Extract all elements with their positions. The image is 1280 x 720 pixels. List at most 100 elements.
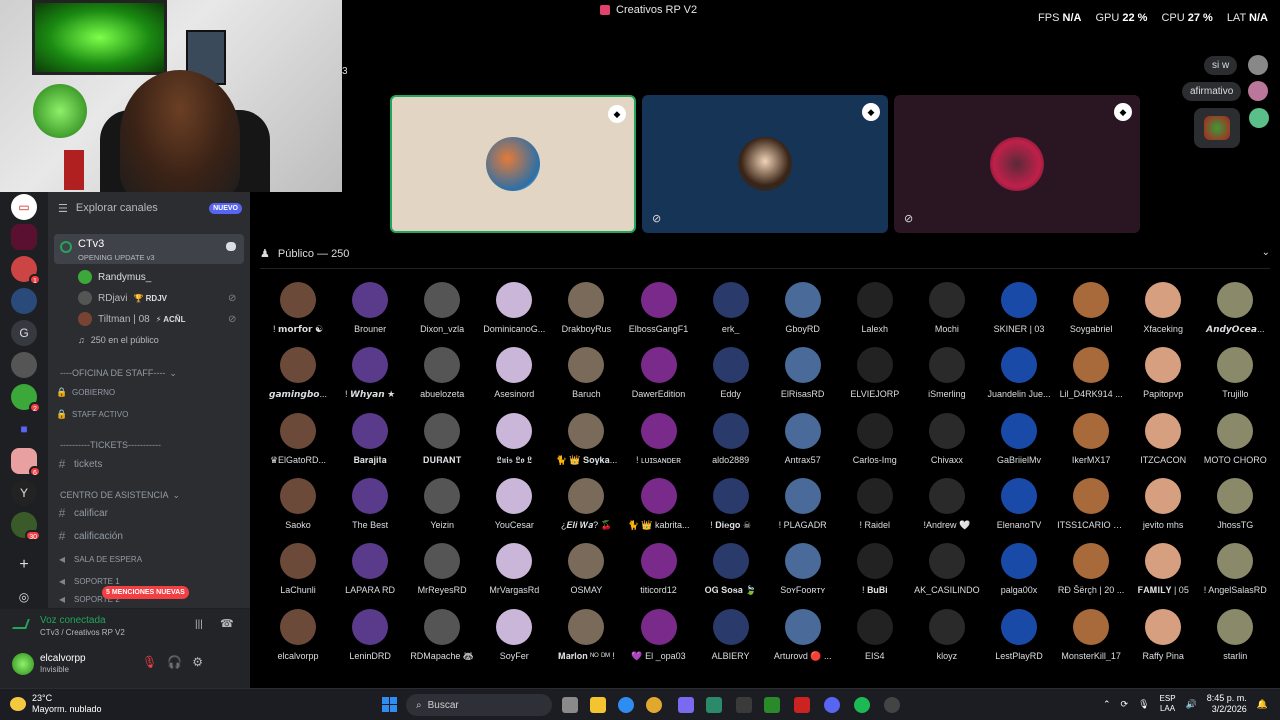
- language-indicator[interactable]: ESP LAA: [1160, 694, 1176, 714]
- audience-member[interactable]: EIS4: [839, 607, 911, 669]
- server-icon[interactable]: 6: [11, 448, 41, 477]
- signal-icon[interactable]: [12, 619, 30, 629]
- audience-member[interactable]: Saoko: [262, 476, 334, 538]
- audience-member[interactable]: RĐ Šërçh | 20 ...: [1055, 541, 1127, 603]
- audience-member[interactable]: 𝐎𝐆 𝐒𝐨𝐬𝐚 🍃: [695, 541, 767, 603]
- audience-member[interactable]: ! Raidel: [839, 476, 911, 538]
- audience-member[interactable]: Eddy: [695, 345, 767, 407]
- audience-member[interactable]: Papitopvp: [1127, 345, 1199, 407]
- speaker-tile[interactable]: ◆ ⊘: [894, 95, 1140, 233]
- explore-channels[interactable]: ☰ Explorar canales NUEVO: [58, 199, 242, 217]
- audience-member[interactable]: abuelozeta: [406, 345, 478, 407]
- gear-icon[interactable]: ⚙: [192, 655, 203, 669]
- app-icon[interactable]: [736, 697, 752, 713]
- audience-member[interactable]: jevito mhs: [1127, 476, 1199, 538]
- audience-member[interactable]: 𝕷𝖚𝖎𝖘 𝕷𝖔 𝕷: [478, 411, 550, 473]
- audience-member[interactable]: Carlos-Img: [839, 411, 911, 473]
- audience-member[interactable]: ! PLAGADR: [767, 476, 839, 538]
- audience-member[interactable]: Soygabriel: [1055, 280, 1127, 342]
- audience-member[interactable]: Baruch: [550, 345, 622, 407]
- voice-location[interactable]: CTv3 / Creativos RP V2: [40, 628, 125, 637]
- audience-member[interactable]: RDMapache 🦝: [406, 607, 478, 669]
- audience-member[interactable]: 💜 El _opa03: [623, 607, 695, 669]
- audience-member[interactable]: Juandelin Jue...: [983, 345, 1055, 407]
- audience-member[interactable]: ElenanoTV: [983, 476, 1055, 538]
- audience-member[interactable]: ! 𝐁𝐮𝐁𝐢: [839, 541, 911, 603]
- audience-member[interactable]: ¿𝑬𝒍𝒊 𝑾𝒂? 🍒: [550, 476, 622, 538]
- new-mentions-pill[interactable]: 5 MENCIONES NUEVAS: [102, 586, 189, 599]
- chevron-up-icon[interactable]: ⌃: [1103, 699, 1111, 710]
- audience-member[interactable]: Dixon_vzla: [406, 280, 478, 342]
- weather-widget[interactable]: 23°C Mayorm. nublado: [10, 693, 102, 715]
- audience-member[interactable]: GboyRD: [767, 280, 839, 342]
- audience-member[interactable]: DrakboyRus: [550, 280, 622, 342]
- audience-member[interactable]: kloyz: [911, 607, 983, 669]
- audience-member[interactable]: Raffy Pina: [1127, 607, 1199, 669]
- audience-member[interactable]: palga00x: [983, 541, 1055, 603]
- audience-member[interactable]: Lil_D4RK914 ...: [1055, 345, 1127, 407]
- category-tickets[interactable]: ----------TICKETS-----------: [60, 440, 161, 450]
- channel-gobierno[interactable]: 🔒 GOBIERNO: [56, 382, 244, 402]
- audience-member[interactable]: ElRisasRD: [767, 345, 839, 407]
- audience-member[interactable]: Asesinord: [478, 345, 550, 407]
- server-icon[interactable]: 30: [11, 512, 41, 541]
- speaker-tile[interactable]: ◆: [390, 95, 636, 233]
- voice-user[interactable]: Tiltman | 08 ⚡ ACÑL ⊘: [78, 310, 236, 328]
- audience-member[interactable]: Antrax57: [767, 411, 839, 473]
- user-name[interactable]: elcalvorpp: [40, 653, 86, 664]
- task-view-icon[interactable]: [562, 697, 578, 713]
- audience-member[interactable]: MonsterKill_17: [1055, 607, 1127, 669]
- audience-member[interactable]: !Andrew 🤍: [911, 476, 983, 538]
- chrome-icon[interactable]: [646, 697, 662, 713]
- audience-member[interactable]: ! AngelSalasRD: [1199, 541, 1271, 603]
- audience-member[interactable]: Arturovd 🔴 ...: [767, 607, 839, 669]
- channel-tickets[interactable]: # tickets: [56, 454, 244, 474]
- audience-member[interactable]: Brouner: [334, 280, 406, 342]
- audience-member[interactable]: Chivaxx: [911, 411, 983, 473]
- audience-member[interactable]: ! 𝙒𝙝𝙮𝙖𝙣 ★: [334, 345, 406, 407]
- server-icon[interactable]: [11, 288, 37, 314]
- channel-sala-espera[interactable]: ◂ SALA DE ESPERA: [56, 549, 244, 569]
- server-icon[interactable]: Y: [11, 480, 37, 506]
- category-staff[interactable]: ----OFICINA DE STAFF---- ⌄: [60, 368, 177, 379]
- audience-member[interactable]: LeninDRD: [334, 607, 406, 669]
- audience-member[interactable]: ! 𝗺𝗼𝗿𝗳𝗼𝗿 ☯: [262, 280, 334, 342]
- audience-member[interactable]: Yeizin: [406, 476, 478, 538]
- mic-icon[interactable]: 🎙: [1138, 699, 1149, 710]
- channel-calificar[interactable]: # calificar: [56, 503, 244, 523]
- server-icon[interactable]: [11, 352, 37, 378]
- audience-member[interactable]: titicord12: [623, 541, 695, 603]
- voice-user[interactable]: RDjavi 🏆 RDJV ⊘: [78, 289, 236, 307]
- audience-member[interactable]: 𝐁𝐚𝐫𝐚𝐣𝐢𝐭𝐚: [334, 411, 406, 473]
- speaker-tile[interactable]: ◆ ⊘: [642, 95, 888, 233]
- discover-icon[interactable]: ◎: [11, 584, 37, 610]
- play-icon[interactable]: [764, 697, 780, 713]
- audience-member[interactable]: ElbossGangF1: [623, 280, 695, 342]
- audience-member[interactable]: YouCesar: [478, 476, 550, 538]
- disconnect-icon[interactable]: ☎: [220, 617, 234, 630]
- server-icon[interactable]: [11, 224, 37, 250]
- gamepad-icon[interactable]: [678, 697, 694, 713]
- start-button[interactable]: [382, 697, 397, 712]
- audience-member[interactable]: IkerMX17: [1055, 411, 1127, 473]
- audience-member[interactable]: elcalvorpp: [262, 607, 334, 669]
- audience-member[interactable]: ALBIERY: [695, 607, 767, 669]
- audience-member[interactable]: 🐈 👑 kabrita...: [623, 476, 695, 538]
- folder-icon[interactable]: ■: [11, 416, 37, 442]
- channel-staff-activo[interactable]: 🔒 STAFF ACTIVO: [56, 404, 244, 424]
- audience-member[interactable]: SKINER | 03: [983, 280, 1055, 342]
- taskbar-search[interactable]: ⌕ Buscar: [406, 694, 552, 716]
- audience-member[interactable]: ELVIEJORP: [839, 345, 911, 407]
- clock[interactable]: 8:45 p. m. 3/2/2026: [1207, 693, 1247, 715]
- audience-member[interactable]: Mochi: [911, 280, 983, 342]
- voice-user[interactable]: Randymus_: [78, 268, 151, 286]
- sync-icon[interactable]: ⟳: [1121, 699, 1129, 710]
- audience-member[interactable]: SoyFer: [478, 607, 550, 669]
- audience-member[interactable]: MrReyesRD: [406, 541, 478, 603]
- app-icon[interactable]: [794, 697, 810, 713]
- notification-icon[interactable]: 🔔: [1257, 699, 1268, 710]
- noise-suppression-icon[interactable]: |||: [195, 619, 203, 630]
- audience-member[interactable]: 𝐅𝐀𝐌𝐈𝐋𝐘 | 05: [1127, 541, 1199, 603]
- add-server-icon[interactable]: +: [11, 552, 37, 578]
- audience-header[interactable]: ♟ Público — 250: [260, 247, 349, 261]
